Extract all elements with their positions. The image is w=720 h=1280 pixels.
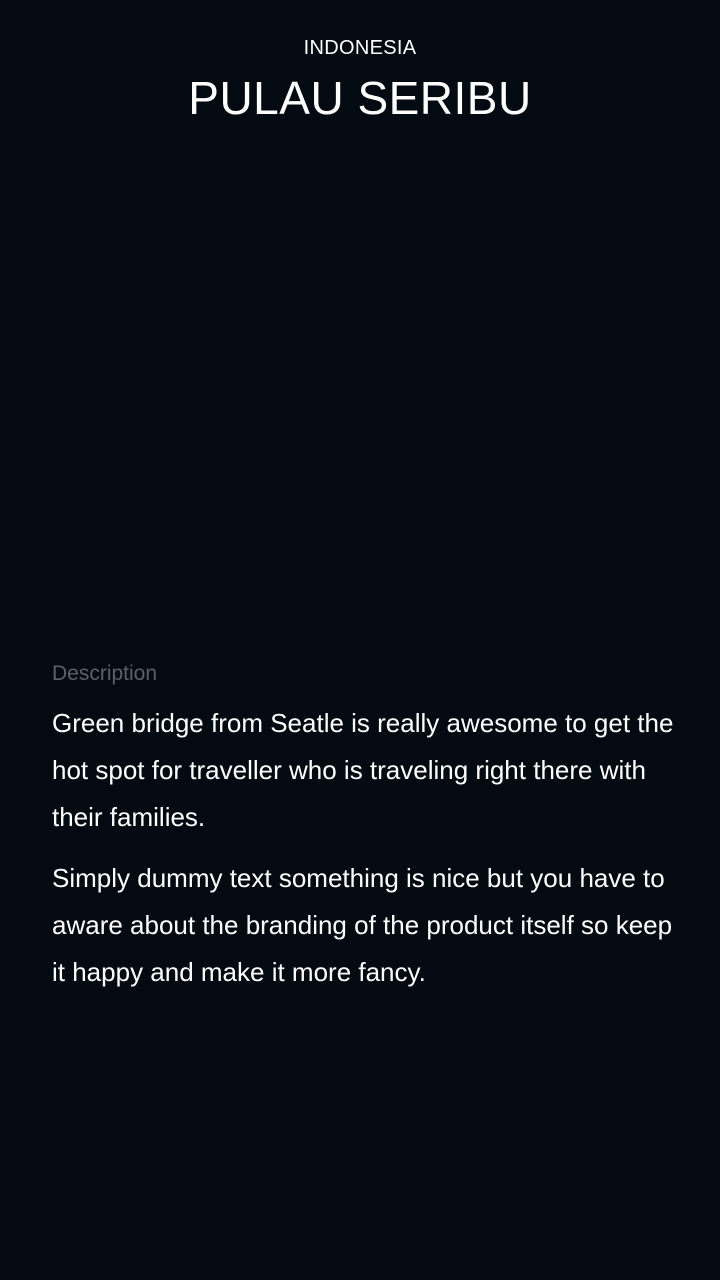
description-label: Description [52, 662, 158, 685]
page-header: INDONESIA PULAU SERIBU [0, 34, 720, 124]
description-section: Description Green bridge from Seatle is … [52, 660, 692, 1010]
page-title: PULAU SERIBU [188, 72, 532, 124]
description-paragraph: Green bridge from Seatle is really aweso… [52, 708, 674, 832]
country-label: INDONESIA [303, 37, 417, 59]
hero-area [0, 140, 720, 640]
description-paragraph: Simply dummy text something is nice but … [52, 863, 673, 987]
